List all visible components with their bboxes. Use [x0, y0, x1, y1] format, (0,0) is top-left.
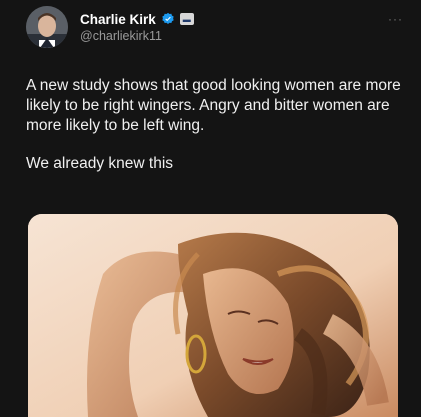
- name-row: Charlie Kirk ▬: [80, 12, 194, 27]
- handle[interactable]: @charliekirk11: [80, 29, 194, 43]
- affiliate-badge-icon[interactable]: ▬: [179, 13, 194, 25]
- more-options-icon[interactable]: ···: [388, 12, 403, 26]
- avatar-image: [26, 6, 68, 48]
- tweet-header: Charlie Kirk ▬ @charliekirk11: [26, 6, 194, 48]
- tweet-media-photo[interactable]: [28, 214, 398, 417]
- verified-badge-icon: [161, 12, 175, 26]
- author-names: Charlie Kirk ▬ @charliekirk11: [80, 12, 194, 43]
- tweet-card: Charlie Kirk ▬ @charliekirk11 ··· A new …: [0, 0, 421, 417]
- display-name[interactable]: Charlie Kirk: [80, 12, 156, 27]
- woman-with-flowing-hair-photo: [28, 214, 398, 417]
- avatar[interactable]: [26, 6, 68, 48]
- tweet-paragraph: A new study shows that good looking wome…: [26, 77, 401, 134]
- tweet-text: A new study shows that good looking wome…: [26, 76, 402, 174]
- tweet-paragraph: We already knew this: [26, 155, 174, 172]
